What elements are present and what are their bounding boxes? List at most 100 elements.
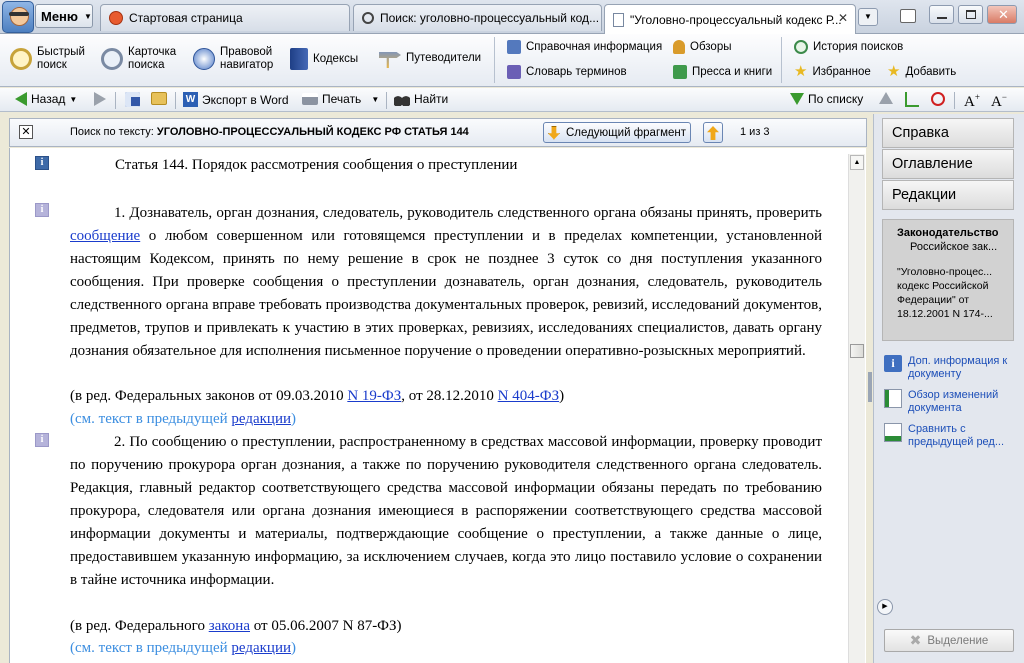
star-icon: ★ <box>794 63 808 80</box>
prev-text: ) <box>291 411 297 427</box>
magnifier-icon <box>10 48 32 70</box>
previous-edition-link[interactable]: редакции <box>231 640 291 656</box>
tab-toc[interactable]: Оглавление <box>882 149 1014 179</box>
minimize-button[interactable] <box>929 5 954 24</box>
info-icon[interactable]: i <box>35 203 49 217</box>
press-button[interactable]: Пресса и книги <box>673 65 772 79</box>
compare-link[interactable]: Сравнить с предыдущей ред... <box>884 423 1012 449</box>
cancel-filter-button[interactable] <box>931 92 945 106</box>
export-word-label: Экспорт в Word <box>202 92 289 107</box>
panel-splitter[interactable] <box>868 372 872 402</box>
document-info-box[interactable]: Законодательство Российское зак... "Угол… <box>882 219 1014 341</box>
app-logo <box>2 1 34 33</box>
info-icon[interactable]: i <box>35 156 49 170</box>
favorites-label: Избранное <box>812 65 871 78</box>
export-word-button[interactable]: W Экспорт в Word <box>183 92 289 107</box>
print-button[interactable]: Печать ▼ <box>302 92 379 106</box>
reviews-button[interactable]: Обзоры <box>673 40 731 54</box>
tab-help[interactable]: Справка <box>882 118 1014 148</box>
additional-info-label: Доп. информация к документу <box>908 355 1008 380</box>
codes-label: Кодексы <box>313 52 359 65</box>
info-icon[interactable]: i <box>35 433 49 447</box>
favorites-button[interactable]: ★ Избранное <box>794 63 871 80</box>
previous-edition-note-1: (см. текст в предыдущей редакции) <box>70 408 822 431</box>
press-icon <box>673 65 687 79</box>
open-folder-button[interactable] <box>151 92 167 105</box>
tab-list-button[interactable]: ▼ <box>858 8 878 26</box>
close-tab-icon[interactable]: ✕ <box>838 11 848 25</box>
compare-label: Сравнить с предыдущей ред... <box>908 423 1005 448</box>
up-button[interactable] <box>879 92 893 104</box>
article-paragraph-2: 2. По сообщению о преступлении, распрост… <box>70 434 822 588</box>
right-panel: Справка Оглавление Редакции Законодатель… <box>873 114 1024 663</box>
paragraph-text: о любом совершенном или готовящемся прес… <box>70 228 822 359</box>
add-button[interactable]: ★ Добавить <box>887 63 957 80</box>
amendment-text: , от 28.12.2010 <box>401 388 498 404</box>
search-history-label: История поисков <box>813 40 904 53</box>
search-card-icon <box>101 48 123 70</box>
previous-edition-note-2: (см. текст в предыдущей редакции) <box>70 637 822 660</box>
search-history-button[interactable]: История поисков <box>794 40 903 54</box>
prev-fragment-button[interactable] <box>703 122 723 143</box>
guides-button[interactable]: Путеводители <box>379 48 481 68</box>
tab-start-page[interactable]: Стартовая страница <box>100 4 350 31</box>
tab-editions[interactable]: Редакции <box>882 180 1014 210</box>
scroll-thumb[interactable] <box>850 344 864 358</box>
menu-button[interactable]: Меню ▼ <box>35 4 93 28</box>
tab-document[interactable]: "Уголовно-процессуальный кодекс Р... ✕ <box>604 4 856 34</box>
arrow-up-icon <box>707 126 719 140</box>
next-fragment-button[interactable]: Следующий фрагмент <box>543 122 691 143</box>
home-icon <box>109 11 123 25</box>
search-query: УГОЛОВНО-ПРОЦЕССУАЛЬНЫЙ КОДЕКС РФ СТАТЬЯ… <box>156 126 469 138</box>
toolbar-separator <box>954 92 955 109</box>
close-search-button[interactable]: ✕ <box>19 125 33 139</box>
no-entry-icon <box>931 92 945 106</box>
message-link[interactable]: сообщение <box>70 228 140 244</box>
font-decrease-button[interactable]: A− <box>991 92 1007 111</box>
article-paragraph-1: 1. Дознаватель, орган дознания, следоват… <box>70 202 822 363</box>
binoculars-icon <box>394 92 410 106</box>
add-star-icon: ★ <box>887 63 901 80</box>
book-icon <box>290 48 308 70</box>
font-increase-button[interactable]: A+ <box>964 92 980 111</box>
selection-label: Выделение <box>927 634 989 647</box>
quick-search-button[interactable]: Быстрый поиск <box>10 46 85 72</box>
codes-button[interactable]: Кодексы <box>290 48 358 70</box>
font-decrease-icon: A− <box>991 92 1007 110</box>
law-404-fz-link[interactable]: N 404-ФЗ <box>498 388 559 404</box>
law-19-fz-link[interactable]: N 19-ФЗ <box>347 388 401 404</box>
reference-info-label: Справочная информация <box>526 40 663 53</box>
collapse-arrow-button[interactable]: ▶ <box>877 599 893 615</box>
forward-button[interactable] <box>94 92 106 106</box>
legal-navigator-button[interactable]: Правовой навигатор <box>193 46 273 72</box>
previous-edition-link[interactable]: редакции <box>231 411 291 427</box>
law-link[interactable]: закона <box>209 618 250 634</box>
reference-info-button[interactable]: Справочная информация <box>507 40 662 54</box>
amendment-note-2: (в ред. Федерального закона от 05.06.200… <box>70 615 822 638</box>
paragraph-text: 1. Дознаватель, орган дознания, следоват… <box>114 205 822 221</box>
title-bar: Меню ▼ Стартовая страница Поиск: уголовн… <box>0 0 1024 34</box>
changes-review-link[interactable]: Обзор изменений документа <box>884 389 1008 415</box>
find-label: Найти <box>414 92 449 106</box>
save-button[interactable] <box>125 92 140 107</box>
tree-button[interactable] <box>905 92 919 107</box>
tree-arrow-icon <box>905 92 919 107</box>
glossary-button[interactable]: Словарь терминов <box>507 65 627 79</box>
tab-label: Поиск: уголовно-процессуальный код... <box>380 11 600 25</box>
maximize-button[interactable] <box>958 5 983 24</box>
tab-search[interactable]: Поиск: уголовно-процессуальный код... <box>353 4 602 31</box>
back-button[interactable]: Назад ▼ <box>15 92 77 106</box>
selection-button[interactable]: ✖ Выделение <box>884 629 1014 652</box>
additional-info-link[interactable]: i Доп. информация к документу <box>884 355 1008 381</box>
close-button[interactable]: ✕ <box>987 5 1017 24</box>
find-button[interactable]: Найти <box>394 92 448 106</box>
menu-label: Меню <box>41 8 79 24</box>
by-list-button[interactable]: По списку <box>790 92 863 106</box>
card-search-button[interactable]: Карточка поиска <box>101 46 176 72</box>
document-icon <box>613 12 624 27</box>
add-label: Добавить <box>905 65 957 78</box>
scroll-up-button[interactable]: ▲ <box>850 155 864 170</box>
vertical-scrollbar[interactable]: ▲ <box>848 154 865 663</box>
prev-text: (см. текст в предыдущей <box>70 411 232 427</box>
settings-icon[interactable] <box>900 9 916 23</box>
